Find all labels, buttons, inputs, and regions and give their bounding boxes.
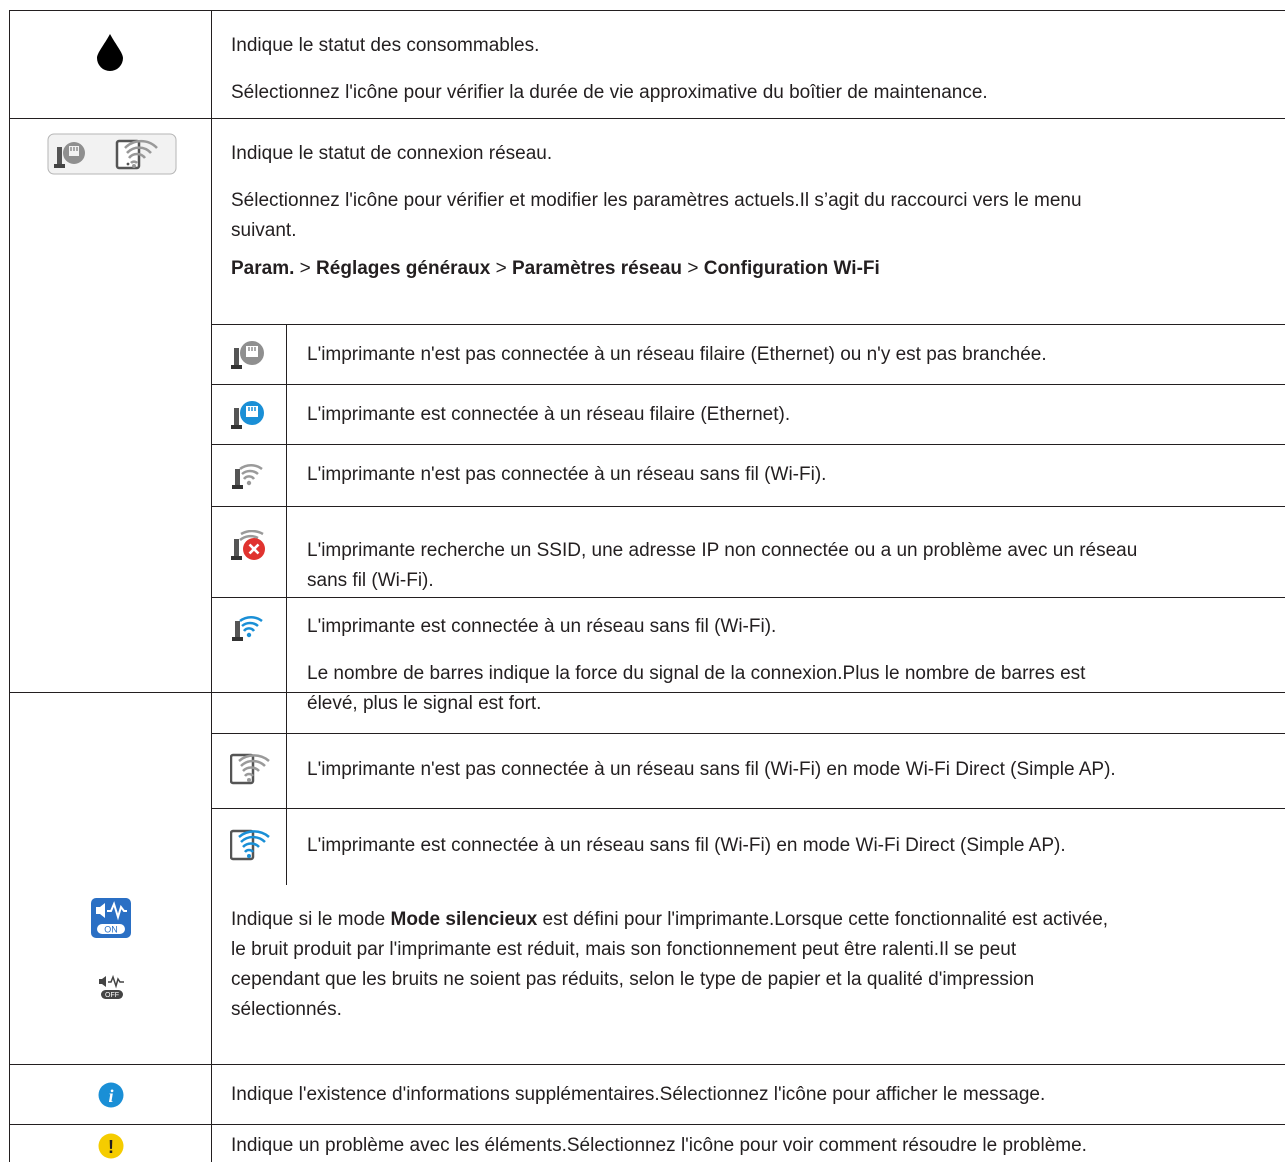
menu-path-sep: > xyxy=(299,258,311,279)
info-icon: i xyxy=(98,1082,124,1118)
ethernet-connected-icon xyxy=(230,400,266,440)
menu-path-general: Réglages généraux xyxy=(316,258,491,279)
sub-row-text: élevé, plus le signal est fort. xyxy=(307,693,542,714)
menu-path-sep: > xyxy=(687,258,699,279)
sub-row-text: L'imprimante n'est pas connectée à un ré… xyxy=(307,464,827,485)
quiet-mode-off-icon: OFF xyxy=(98,974,126,1010)
quiet-mode-on-icon: ON xyxy=(91,898,131,948)
menu-path-network: Paramètres réseau xyxy=(511,258,683,279)
quiet-desc-line2: le bruit produit par l'imprimante est ré… xyxy=(231,939,1017,960)
menu-path-wifi: Configuration Wi-Fi xyxy=(703,258,880,279)
network-help-line2: suivant. xyxy=(231,220,297,241)
network-help-line1: Sélectionnez l'icône pour vérifier et mo… xyxy=(231,190,1082,211)
sub-row-text: L'imprimante recherche un SSID, une adre… xyxy=(307,540,1138,561)
wifi-error-icon xyxy=(230,529,266,572)
quiet-desc-line1: Indique si le mode Mode silencieux est d… xyxy=(231,905,1108,935)
ink-drop-icon xyxy=(96,33,124,81)
menu-path: Param. > Réglages généraux > Paramètres … xyxy=(231,254,880,284)
sub-row-text: Le nombre de barres indique la force du … xyxy=(307,663,1086,684)
quiet-text: Indique si le mode xyxy=(231,909,391,930)
quiet-text: est défini pour l'imprimante.Lorsque cet… xyxy=(537,909,1109,930)
consumables-help: Sélectionnez l'icône pour vérifier la du… xyxy=(231,82,988,103)
quiet-desc-line3: cependant que les bruits ne soient pas r… xyxy=(231,969,1035,990)
sub-row-text: sans fil (Wi-Fi). xyxy=(307,570,434,591)
sub-row-text: L'imprimante n'est pas connectée à un ré… xyxy=(307,759,1116,780)
wifi-disconnected-icon xyxy=(232,460,264,500)
quiet-off-label: OFF xyxy=(105,992,119,999)
info-glyph: i xyxy=(108,1086,113,1106)
menu-path-param: Param. xyxy=(231,258,295,279)
network-status-icons xyxy=(47,133,177,185)
warning-desc: Indique un problème avec les éléments.Sé… xyxy=(231,1135,1087,1156)
sub-row-text: L'imprimante n'est pas connectée à un ré… xyxy=(307,344,1047,365)
sub-row-text: L'imprimante est connectée à un réseau s… xyxy=(307,616,777,637)
network-desc: Indique le statut de connexion réseau. xyxy=(231,143,553,164)
wifi-connected-icon xyxy=(232,612,264,652)
wifi-direct-connected-icon xyxy=(229,828,270,872)
warning-icon: ! xyxy=(98,1133,124,1169)
sub-row-text: L'imprimante est connectée à un réseau f… xyxy=(307,404,791,425)
consumables-desc: Indique le statut des consommables. xyxy=(231,35,540,56)
wifi-direct-disconnected-icon xyxy=(229,752,270,796)
menu-path-sep: > xyxy=(495,258,507,279)
quiet-mode-name: Mode silencieux xyxy=(390,909,538,930)
quiet-on-label: ON xyxy=(104,925,118,935)
ethernet-disconnected-icon xyxy=(230,340,266,380)
sub-row-text: L'imprimante est connectée à un réseau s… xyxy=(307,835,1066,856)
quiet-desc-line4: sélectionnés. xyxy=(231,999,342,1020)
info-desc: Indique l'existence d'informations suppl… xyxy=(231,1084,1046,1105)
warning-glyph: ! xyxy=(108,1137,114,1157)
